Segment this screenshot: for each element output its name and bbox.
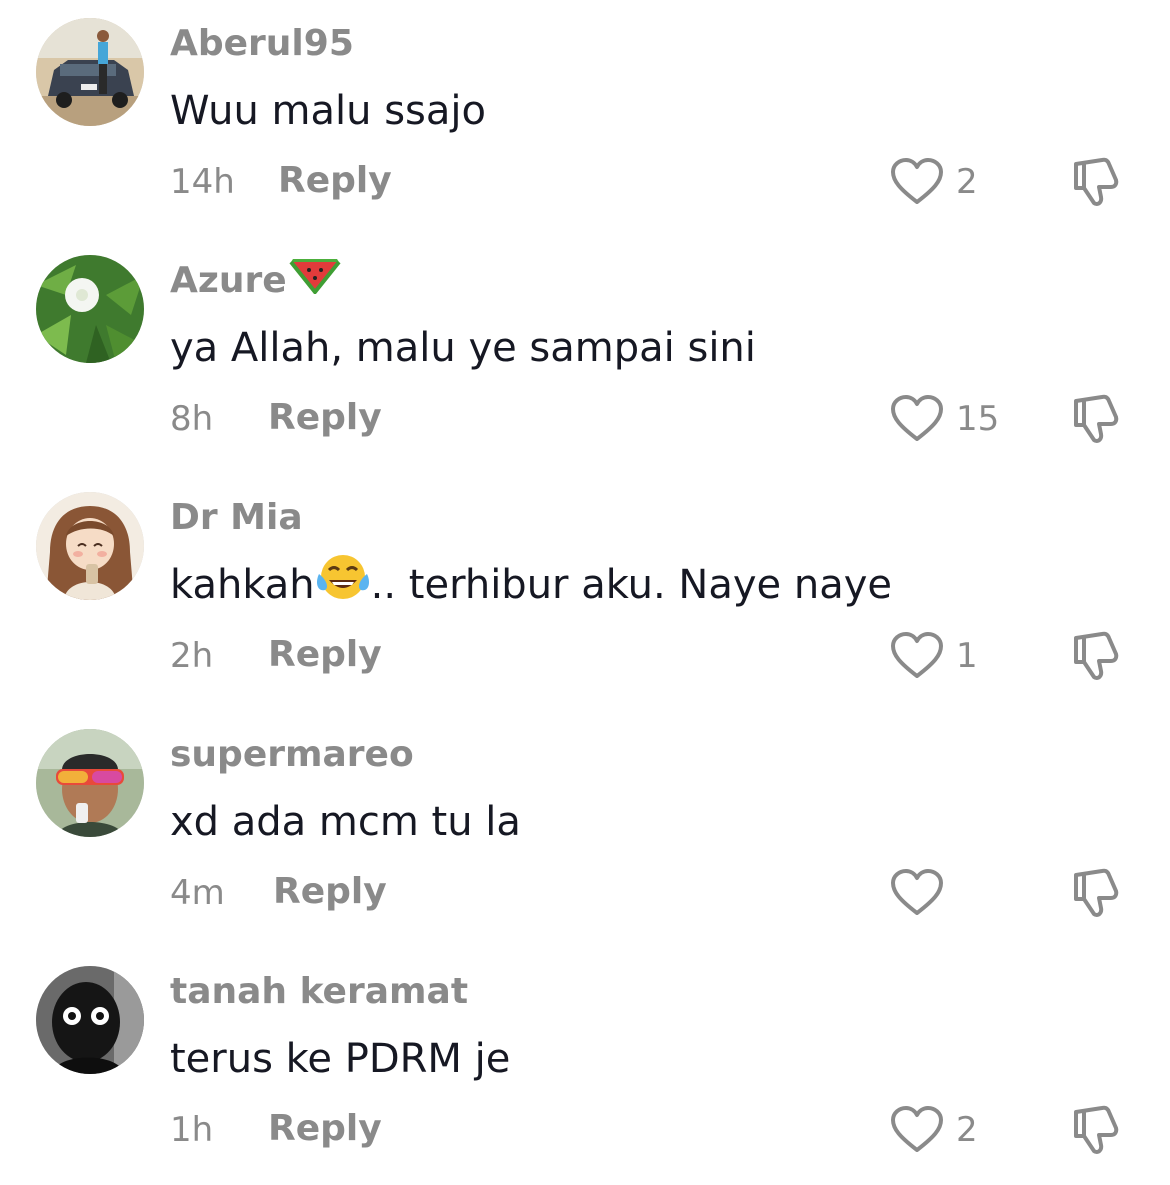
heart-icon [891,158,943,204]
reply-button[interactable]: Reply [273,869,387,915]
reply-button[interactable]: Reply [278,158,392,204]
username-text: supermareo [170,734,414,775]
reply-button[interactable]: Reply [268,1106,382,1152]
reply-button[interactable]: Reply [268,632,382,678]
like-count: 15 [956,399,1000,439]
avatar[interactable] [36,255,144,363]
thumbs-down-icon [1074,631,1119,681]
comment-text: kahkah .. terhibur aku. Naye naye [170,555,892,614]
thumbs-down-icon [1074,157,1119,207]
avatar[interactable] [36,729,144,837]
comment-time: 1h [170,1110,214,1150]
thumbs-down-icon [1074,868,1119,918]
heart-icon [891,869,943,915]
comment-time: 4m [170,873,225,913]
comment-username[interactable]: tanah keramat [170,970,468,1014]
comment-text: Wuu malu ssajo [170,88,486,134]
comment-text: terus ke PDRM je [170,1036,511,1082]
comment-username[interactable]: Aberul95 [170,22,354,66]
comment-username[interactable]: Dr Mia [170,496,303,540]
comment-username[interactable]: Azure [170,258,341,305]
dislike-button[interactable] [1068,628,1128,688]
comment-item: supermareo xd ada mcm tu la 4m Reply [0,711,1170,948]
comment-item: tanah keramat terus ke PDRM je 1h Reply … [0,948,1170,1185]
comment-username[interactable]: supermareo [170,733,414,777]
watermelon-icon [289,254,341,305]
username-text: Aberul95 [170,23,354,64]
dislike-button[interactable] [1068,1102,1128,1162]
comment-item: Azure ya Allah, malu ye sampai sini 8h R… [0,237,1170,474]
comment-item: Aberul95 Wuu malu ssajo 14h Reply 2 [0,0,1170,237]
reply-button[interactable]: Reply [268,395,382,441]
dislike-button[interactable] [1068,865,1128,925]
username-text: tanah keramat [170,971,469,1012]
comment-time: 2h [170,636,214,676]
like-count: 1 [956,636,978,676]
comment-text: ya Allah, malu ye sampai sini [170,325,756,371]
comment-time: 14h [170,162,235,202]
like-button[interactable]: 2 [890,156,1010,208]
like-count: 2 [956,1110,978,1150]
dislike-button[interactable] [1068,391,1128,451]
avatar[interactable] [36,492,144,600]
like-button[interactable]: 1 [890,630,1010,682]
username-text: Dr Mia [170,497,303,538]
heart-icon [891,395,943,441]
thumbs-down-icon [1074,394,1119,444]
heart-icon [891,1106,943,1152]
thumbs-down-icon [1074,1105,1119,1155]
tears-of-joy-icon [315,552,371,614]
heart-icon [891,632,943,678]
like-button[interactable]: 15 [890,393,1010,445]
comment-time: 8h [170,399,214,439]
avatar[interactable] [36,966,144,1074]
like-button[interactable] [890,867,1010,919]
like-count: 2 [956,162,978,202]
comment-item: Dr Mia kahkah .. terhibur aku. Naye naye… [0,474,1170,711]
dislike-button[interactable] [1068,154,1128,214]
avatar[interactable] [36,18,144,126]
comment-text: xd ada mcm tu la [170,799,521,845]
like-button[interactable]: 2 [890,1104,1010,1156]
username-text: Azure [170,260,287,301]
